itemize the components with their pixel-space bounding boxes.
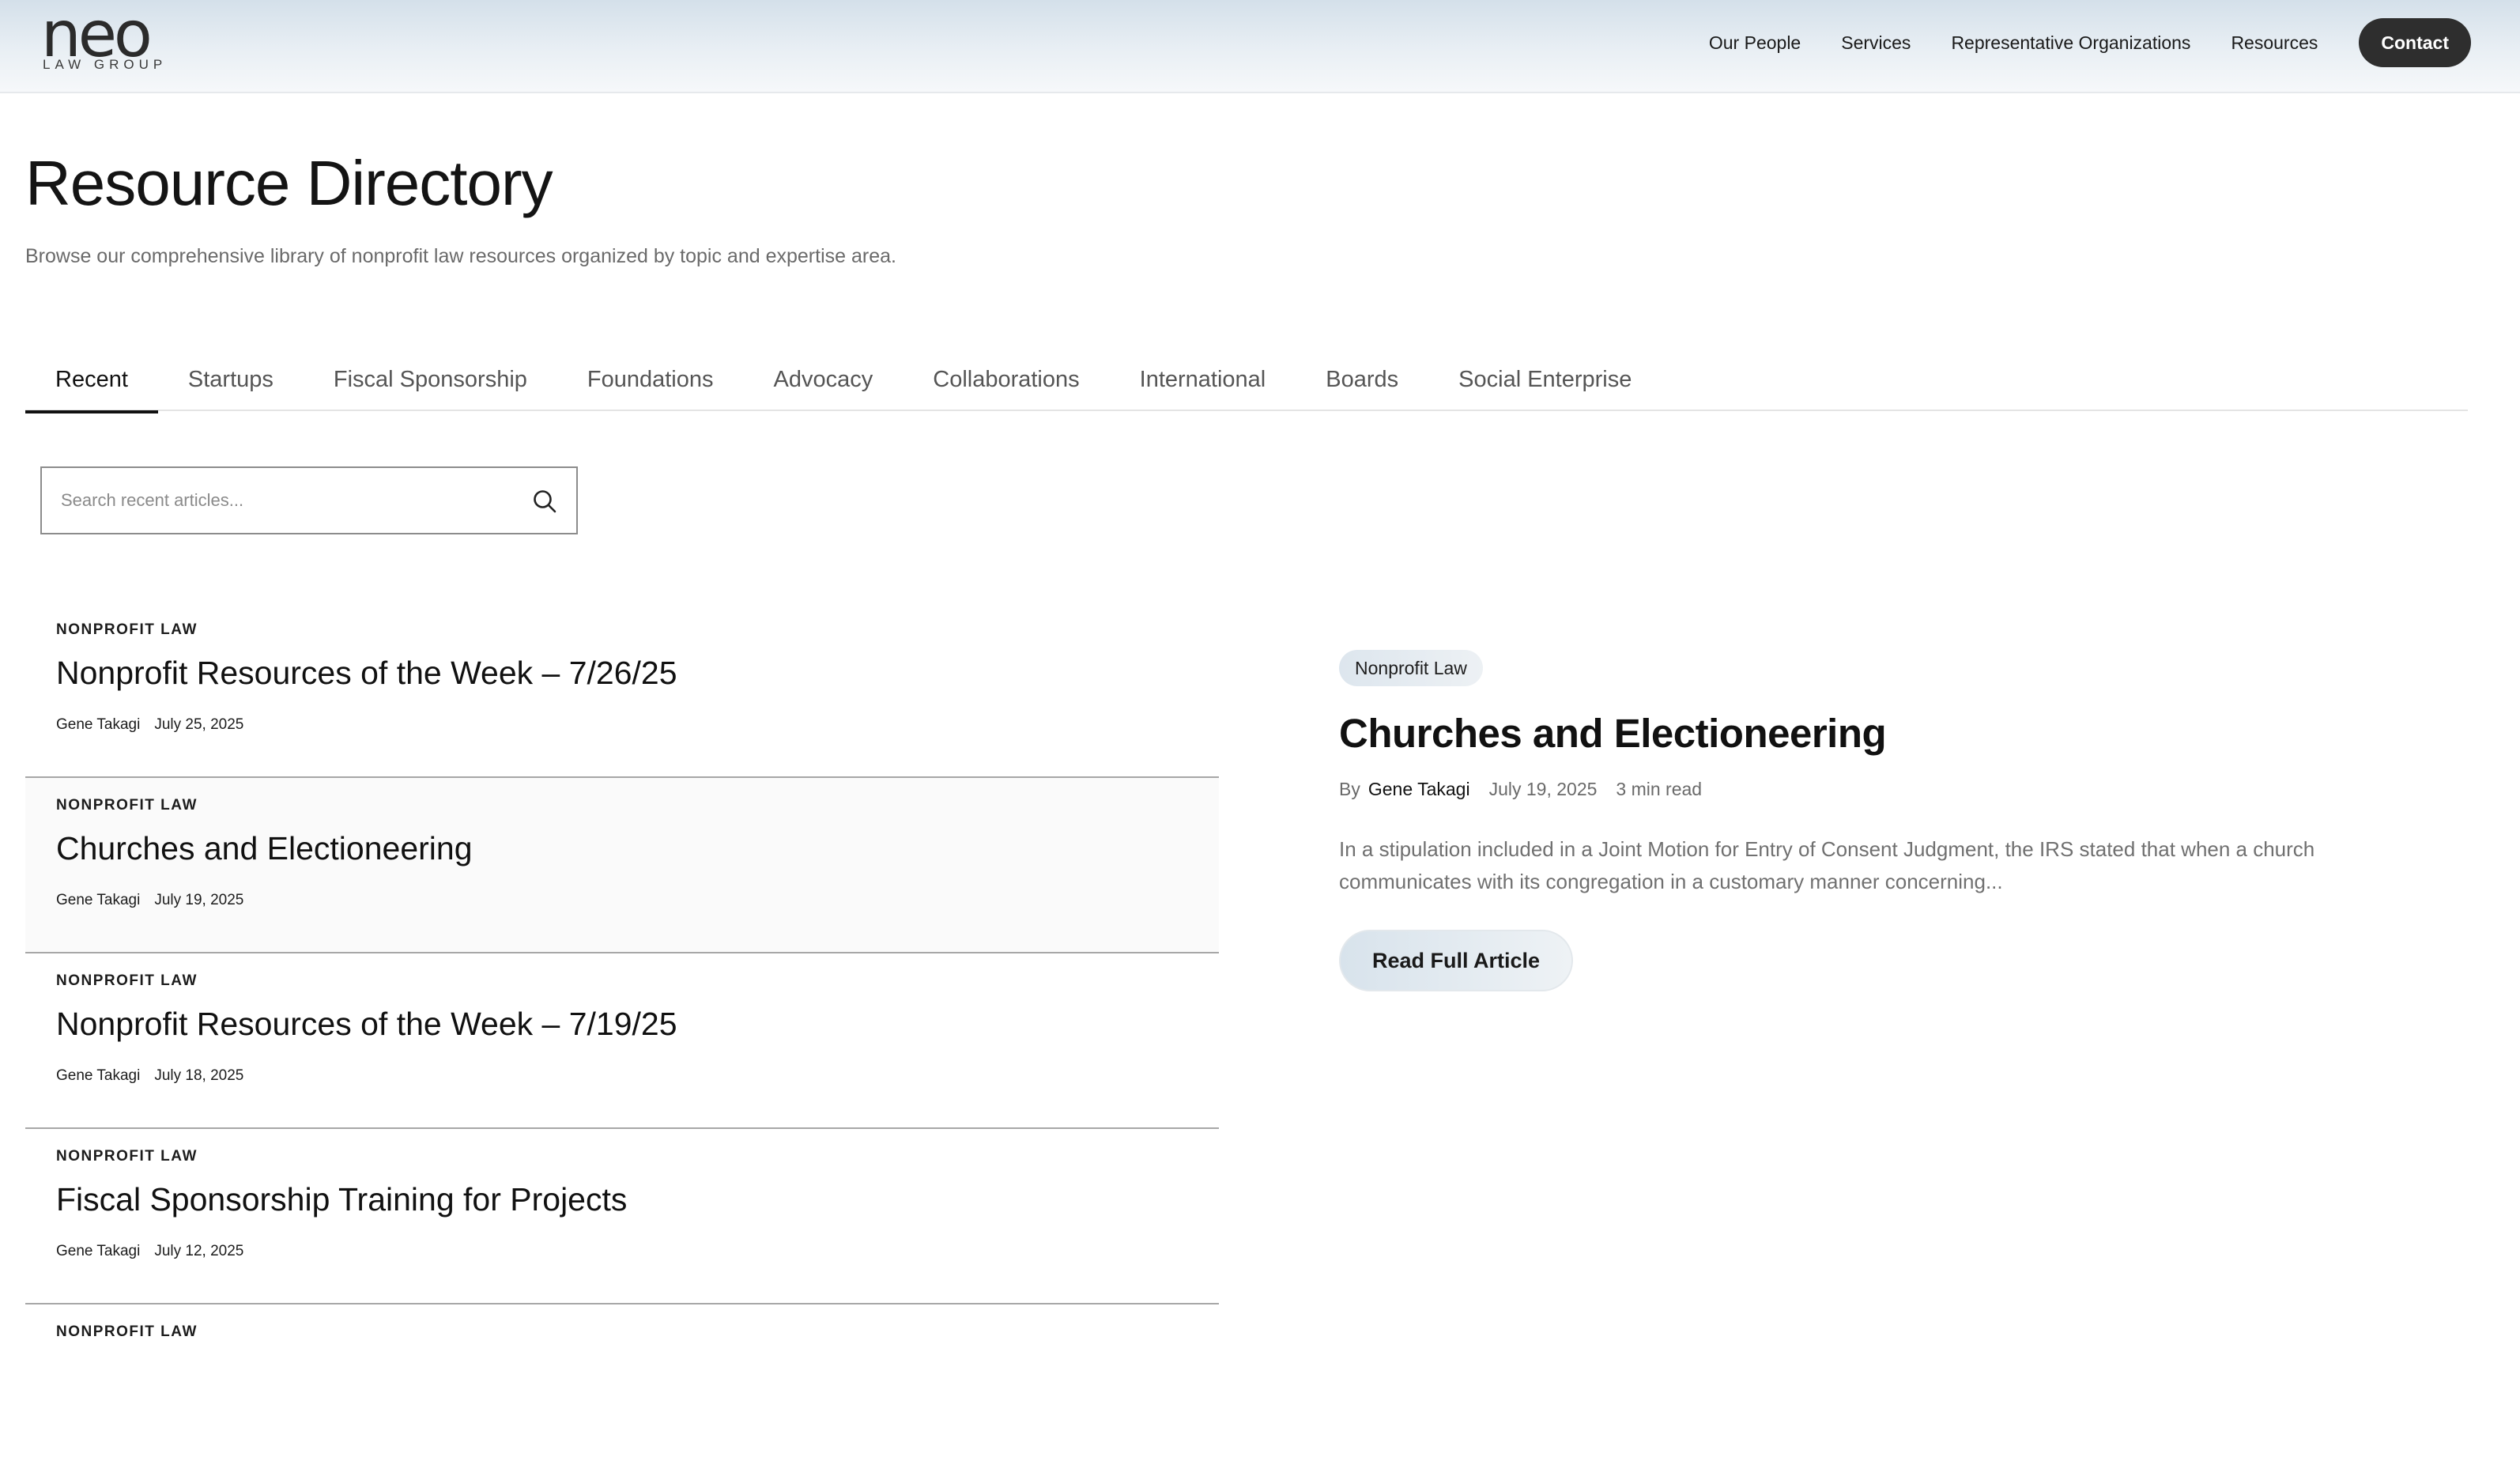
article-title[interactable]: Fiscal Sponsorship Training for Projects — [56, 1181, 627, 1218]
featured-author[interactable]: Gene Takagi — [1368, 779, 1470, 799]
by-label: By — [1339, 779, 1360, 799]
contact-button[interactable]: Contact — [2359, 18, 2471, 67]
article-category: NONPROFIT LAW — [56, 797, 198, 814]
search-icon[interactable] — [532, 489, 557, 514]
article-date: July 19, 2025 — [154, 892, 244, 908]
tab-social-enterprise[interactable]: Social Enterprise — [1428, 348, 1662, 411]
article-title[interactable]: Nonprofit Resources of the Week – 7/26/2… — [56, 655, 677, 692]
article-meta: Gene Takagi July 19, 2025 — [56, 892, 243, 909]
article-meta: Gene Takagi July 12, 2025 — [56, 1243, 243, 1260]
article-author: Gene Takagi — [56, 1067, 141, 1084]
nav-our-people[interactable]: Our People — [1709, 32, 1801, 54]
article-category: NONPROFIT LAW — [56, 621, 198, 638]
article-author: Gene Takagi — [56, 892, 141, 908]
featured-title[interactable]: Churches and Electioneering — [1339, 710, 2390, 757]
search-input[interactable] — [61, 468, 504, 533]
article-item[interactable]: NONPROFIT LAW Nonprofit Resources of the… — [25, 953, 1219, 1129]
article-author: Gene Takagi — [56, 716, 141, 733]
site-header: neo LAW GROUP Our People Services Repres… — [0, 0, 2520, 93]
search-box — [40, 466, 578, 534]
tab-startups[interactable]: Startups — [158, 348, 304, 411]
article-item[interactable]: NONPROFIT LAW Nonprofit Resources of the… — [25, 602, 1219, 778]
read-full-article-button[interactable]: Read Full Article — [1339, 930, 1574, 991]
article-meta: Gene Takagi July 25, 2025 — [56, 716, 243, 734]
nav-resources[interactable]: Resources — [2231, 32, 2318, 54]
article-item[interactable]: NONPROFIT LAW Fiscal Sponsorship Trainin… — [25, 1129, 1219, 1304]
article-category: NONPROFIT LAW — [56, 1323, 198, 1340]
read-time: 3 min read — [1616, 779, 1703, 799]
article-date: July 12, 2025 — [154, 1243, 244, 1259]
article-title[interactable]: Nonprofit Resources of the Week – 7/19/2… — [56, 1006, 677, 1043]
nav-services[interactable]: Services — [1841, 32, 1911, 54]
logo-subtext: LAW GROUP — [43, 57, 168, 72]
tab-international[interactable]: International — [1110, 348, 1296, 411]
main-nav: Our People Services Representative Organ… — [1669, 17, 2471, 68]
page-title: Resource Directory — [25, 148, 553, 218]
page-subtitle: Browse our comprehensive library of nonp… — [25, 245, 896, 267]
article-meta: Gene Takagi July 18, 2025 — [56, 1067, 243, 1085]
featured-excerpt: In a stipulation included in a Joint Mot… — [1339, 837, 2315, 893]
tab-collaborations[interactable]: Collaborations — [903, 348, 1109, 411]
article-item[interactable]: NONPROFIT LAW — [25, 1304, 1219, 1480]
tab-advocacy[interactable]: Advocacy — [744, 348, 904, 411]
featured-article: Nonprofit Law Churches and Electioneerin… — [1339, 650, 2390, 991]
article-list: NONPROFIT LAW Nonprofit Resources of the… — [25, 602, 1219, 1480]
category-tabs: Recent Startups Fiscal Sponsorship Found… — [25, 348, 2468, 413]
featured-meta: By Gene Takagi July 19, 2025 3 min read — [1339, 779, 2390, 800]
featured-date: July 19, 2025 — [1488, 779, 1598, 799]
article-item-selected[interactable]: NONPROFIT LAW Churches and Electioneerin… — [25, 778, 1219, 953]
tab-recent[interactable]: Recent — [25, 348, 158, 413]
site-logo[interactable]: neo LAW GROUP — [41, 3, 168, 74]
article-author: Gene Takagi — [56, 1243, 141, 1259]
tab-fiscal-sponsorship[interactable]: Fiscal Sponsorship — [304, 348, 557, 411]
article-date: July 25, 2025 — [154, 716, 244, 733]
article-date: July 18, 2025 — [154, 1067, 244, 1084]
article-category: NONPROFIT LAW — [56, 1148, 198, 1165]
tab-boards[interactable]: Boards — [1296, 348, 1428, 411]
category-badge[interactable]: Nonprofit Law — [1339, 650, 1483, 686]
article-title[interactable]: Churches and Electioneering — [56, 830, 473, 867]
article-category: NONPROFIT LAW — [56, 972, 198, 989]
tab-foundations[interactable]: Foundations — [557, 348, 744, 411]
nav-representative-organizations[interactable]: Representative Organizations — [1951, 32, 2190, 54]
